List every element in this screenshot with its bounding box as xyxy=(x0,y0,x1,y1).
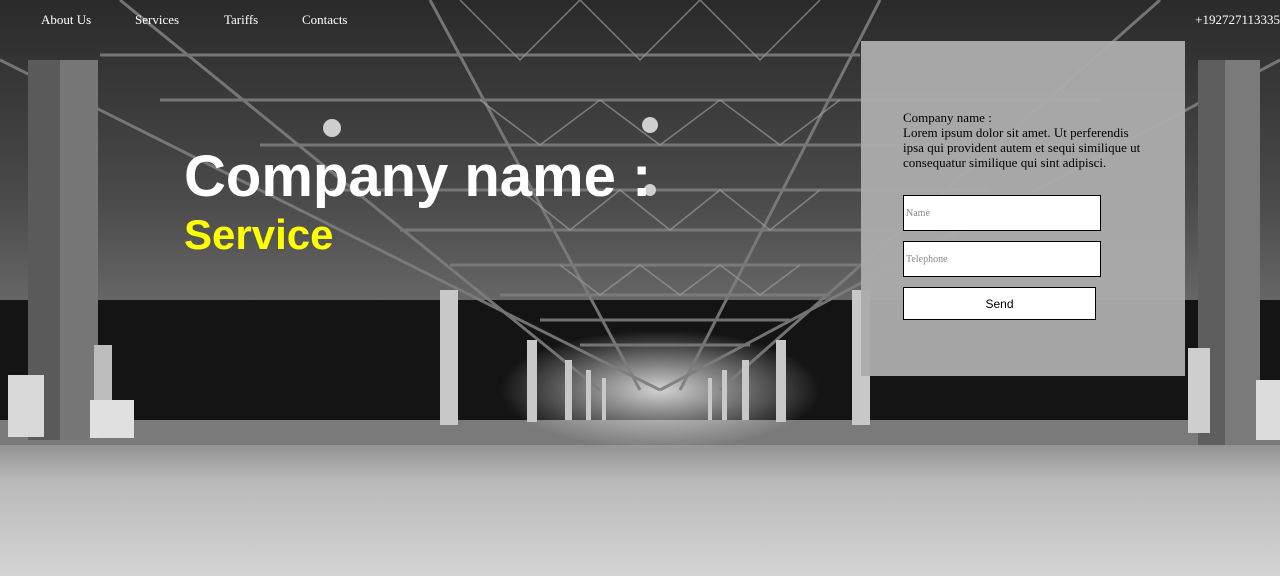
name-input[interactable] xyxy=(903,195,1101,231)
top-navigation: About Us Services Tariffs Contacts +1927… xyxy=(0,0,1280,40)
nav-link-contacts[interactable]: Contacts xyxy=(302,12,348,28)
contact-description: Lorem ipsum dolor sit amet. Ut perferend… xyxy=(903,125,1141,170)
hero-title: Company name : xyxy=(184,144,652,209)
nav-link-tariffs[interactable]: Tariffs xyxy=(224,12,258,28)
telephone-input[interactable] xyxy=(903,241,1101,277)
nav-link-about-us[interactable]: About Us xyxy=(41,12,91,28)
send-button[interactable]: Send xyxy=(903,287,1096,320)
contact-description-block: Company name : Lorem ipsum dolor sit ame… xyxy=(903,110,1143,170)
nav-link-services[interactable]: Services xyxy=(135,12,179,28)
contact-heading: Company name : xyxy=(903,110,992,125)
phone-number: +192727113335 xyxy=(1195,12,1280,27)
contact-panel: Company name : Lorem ipsum dolor sit ame… xyxy=(861,41,1185,376)
hero-subtitle: Service xyxy=(184,211,334,258)
